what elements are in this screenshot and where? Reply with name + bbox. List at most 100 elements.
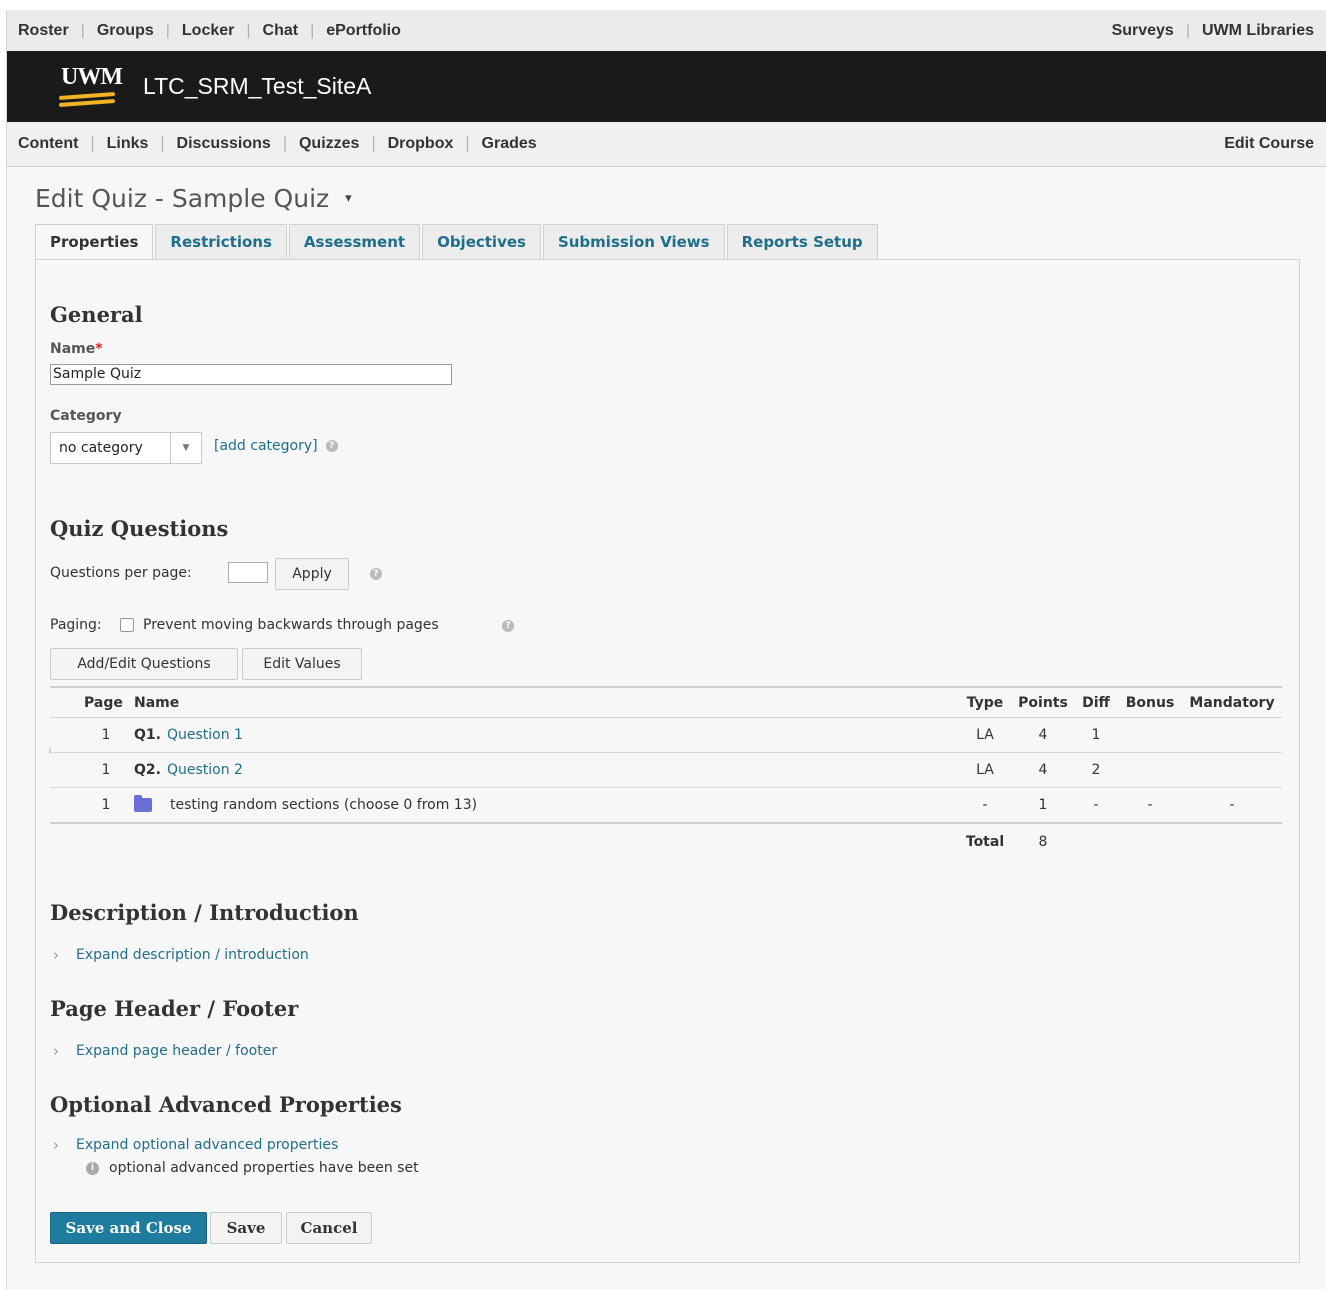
nav-grades[interactable]: Grades (470, 135, 549, 153)
chevron-down-icon[interactable]: ▼ (170, 433, 201, 463)
tab-reports-setup[interactable]: Reports Setup (726, 224, 878, 259)
total-label: Total (965, 834, 1005, 850)
description-heading: Description / Introduction (50, 900, 359, 925)
questions-per-page-input[interactable] (228, 562, 268, 583)
add-edit-questions-button[interactable]: Add/Edit Questions (50, 648, 238, 680)
uwm-logo-text: UWM (61, 63, 123, 90)
save-and-close-button[interactable]: Save and Close (50, 1212, 207, 1244)
nav-groups[interactable]: Groups (85, 22, 166, 40)
expand-advanced-link[interactable]: Expand optional advanced properties (76, 1137, 338, 1153)
add-category-group: [add category] ? (214, 438, 338, 454)
name-label: Name* (50, 341, 103, 357)
logo-wave (59, 91, 115, 100)
category-select[interactable]: no category ▼ (50, 432, 202, 464)
edit-values-button[interactable]: Edit Values (242, 648, 362, 680)
row-points: 1 (1038, 797, 1048, 813)
row-type: - (982, 797, 988, 813)
nav-chat[interactable]: Chat (251, 22, 311, 40)
cancel-button[interactable]: Cancel (286, 1212, 372, 1244)
tab-objectives[interactable]: Objectives (422, 224, 541, 259)
paging-label: Paging: (50, 617, 102, 633)
tab-assessment[interactable]: Assessment (288, 224, 421, 259)
nav-links[interactable]: Links (95, 135, 161, 153)
site-banner: UWM LTC_SRM_Test_SiteA (7, 51, 1326, 122)
question-link[interactable]: Question 2 (167, 762, 243, 778)
save-button[interactable]: Save (210, 1212, 282, 1244)
column-header-bonus[interactable]: Bonus (1122, 688, 1178, 717)
table-row[interactable]: 1 Q2. Question 2 LA 4 2 › (48, 747, 1282, 788)
name-field[interactable]: Sample Quiz (50, 364, 452, 385)
nav-content[interactable]: Content (7, 135, 90, 153)
table-header-row: Page Name Type Points Diff Bonus Mandato… (50, 688, 1282, 718)
advanced-expander[interactable]: › Expand optional advanced properties (50, 1136, 338, 1154)
row-name: testing random sections (choose 0 from 1… (134, 788, 477, 822)
question-id: Q1. (134, 727, 161, 743)
row-page: 1 (101, 762, 111, 778)
header-footer-expander[interactable]: › Expand page header / footer (50, 1042, 277, 1060)
apply-button[interactable]: Apply (275, 558, 349, 590)
column-header-mandatory[interactable]: Mandatory (1186, 688, 1278, 717)
column-header-type[interactable]: Type (964, 688, 1006, 717)
row-mandatory (1186, 718, 1278, 752)
table-row[interactable]: 1 Q1. Question 1 LA 4 1 › (48, 718, 1282, 755)
prevent-backwards-checkbox[interactable] (120, 618, 134, 632)
help-icon[interactable]: ? (370, 568, 382, 580)
add-category-link[interactable]: [add category] (214, 438, 318, 454)
help-icon[interactable]: ? (325, 440, 338, 452)
row-page: 1 (101, 797, 111, 813)
uwm-logo[interactable]: UWM (59, 64, 123, 108)
question-id: Q2. (134, 762, 161, 778)
row-mandatory: - (1229, 797, 1235, 813)
chevron-right-icon[interactable]: › (50, 946, 62, 964)
questions-per-page-label: Questions per page: (50, 565, 192, 581)
nav-eportfolio[interactable]: ePortfolio (314, 22, 413, 40)
row-bonus (1122, 753, 1178, 787)
nav-edit-course[interactable]: Edit Course (1212, 135, 1314, 152)
column-header-points[interactable]: Points (1016, 688, 1070, 717)
tab-properties[interactable]: Properties (35, 224, 154, 261)
nav-roster[interactable]: Roster (7, 22, 81, 40)
questions-table: Page Name Type Points Diff Bonus Mandato… (48, 686, 1282, 824)
course-nav: Content | Links | Discussions | Quizzes … (7, 122, 1326, 167)
title-menu-caret-icon[interactable]: ▾ (345, 191, 352, 206)
page-title-text: Edit Quiz - Sample Quiz (35, 184, 330, 213)
nav-surveys[interactable]: Surveys (1100, 22, 1186, 40)
table-row[interactable]: 1 testing random sections (choose 0 from… (50, 788, 1282, 824)
row-diff: 2 (1091, 762, 1101, 778)
site-title[interactable]: LTC_SRM_Test_SiteA (143, 73, 371, 100)
column-header-name[interactable]: Name (134, 688, 179, 717)
expand-header-footer-link[interactable]: Expand page header / footer (76, 1043, 277, 1059)
category-label: Category (50, 408, 122, 424)
expand-description-link[interactable]: Expand description / introduction (76, 947, 309, 963)
advanced-heading: Optional Advanced Properties (50, 1092, 402, 1117)
logo-wave (59, 98, 115, 107)
row-bonus: - (1147, 797, 1153, 813)
properties-panel: General Name* Sample Quiz Category no ca… (35, 259, 1300, 1263)
row-type: LA (976, 727, 994, 743)
section-name: testing random sections (choose 0 from 1… (170, 797, 478, 813)
row-mandatory (1186, 753, 1278, 787)
description-expander[interactable]: › Expand description / introduction (50, 946, 309, 964)
row-page: 1 (101, 727, 111, 743)
row-type: LA (976, 762, 994, 778)
row-points: 4 (1038, 727, 1048, 743)
nav-uwm-libraries[interactable]: UWM Libraries (1190, 22, 1314, 40)
chevron-right-icon[interactable]: › (50, 1042, 62, 1060)
tab-restrictions[interactable]: Restrictions (155, 224, 287, 259)
help-icon[interactable]: ? (502, 620, 514, 632)
nav-dropbox[interactable]: Dropbox (376, 135, 466, 153)
chevron-right-icon[interactable]: › (50, 1136, 62, 1154)
nav-discussions[interactable]: Discussions (165, 135, 283, 153)
quiz-questions-heading: Quiz Questions (50, 516, 229, 541)
column-header-page[interactable]: Page (84, 688, 128, 717)
tab-submission-views[interactable]: Submission Views (542, 224, 725, 259)
nav-locker[interactable]: Locker (170, 22, 246, 40)
question-link[interactable]: Question 1 (167, 727, 243, 743)
prevent-backwards-label[interactable]: Prevent moving backwards through pages (143, 617, 439, 633)
row-move-handle-icon[interactable]: › (48, 747, 52, 758)
advanced-note: i optional advanced properties have been… (86, 1160, 419, 1176)
row-bonus (1122, 718, 1178, 752)
column-header-diff[interactable]: Diff (1080, 688, 1112, 717)
row-diff: - (1093, 797, 1099, 813)
nav-quizzes[interactable]: Quizzes (287, 135, 371, 153)
